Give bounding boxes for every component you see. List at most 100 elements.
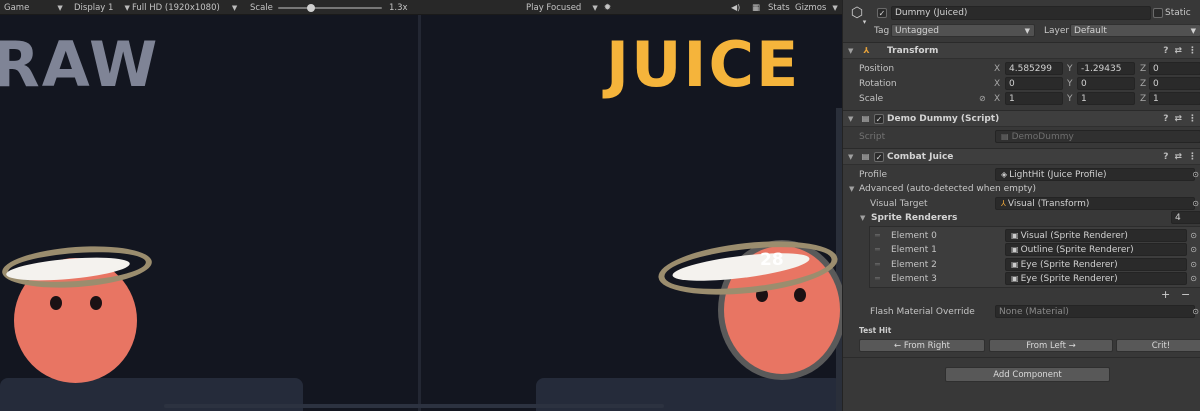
- drag-handle-icon[interactable]: ═: [875, 260, 880, 269]
- visual-target-row: Visual Target ⅄ Visual (Transform) ⊙: [843, 196, 1200, 211]
- sprite-renderer-icon: ▣: [1011, 231, 1019, 240]
- sprite-renderers-size-field[interactable]: 4: [1171, 211, 1200, 224]
- horizontal-scrollbar[interactable]: [164, 404, 664, 408]
- object-picker-icon[interactable]: ⊙: [1190, 274, 1197, 283]
- play-mode-dropdown[interactable]: Play Focused ▼ ✹: [526, 0, 611, 15]
- grid-layout-icon[interactable]: ▦: [752, 0, 760, 15]
- gizmos-dropdown[interactable]: Gizmos ▼: [795, 0, 838, 15]
- bug-icon[interactable]: ✹: [604, 3, 612, 13]
- chevron-down-icon: ▼: [1190, 26, 1196, 35]
- help-icon[interactable]: ?: [1163, 114, 1168, 124]
- more-icon[interactable]: ⋮: [1188, 114, 1197, 124]
- crit-button[interactable]: Crit!: [1116, 339, 1200, 352]
- drag-handle-icon[interactable]: ═: [875, 245, 880, 254]
- divider: [843, 357, 1200, 358]
- scale-x-field[interactable]: 1: [1005, 92, 1063, 105]
- dummy-eye: [50, 296, 62, 310]
- audio-mute-icon[interactable]: ◀): [731, 0, 740, 15]
- object-picker-icon[interactable]: ⊙: [1190, 231, 1197, 240]
- script-label: Script: [859, 131, 886, 142]
- list-item: ═ Element 0 ▣ Visual (Sprite Renderer) ⊙: [843, 228, 1200, 243]
- raw-title: RAW: [0, 28, 160, 101]
- demo-dummy-enabled-checkbox[interactable]: ✓: [874, 114, 884, 124]
- advanced-foldout[interactable]: ▼ Advanced (auto-detected when empty): [843, 181, 1200, 196]
- static-checkbox[interactable]: [1153, 8, 1163, 18]
- axis-z-label: Z: [1140, 78, 1147, 89]
- element-label: Element 2: [891, 259, 937, 270]
- scale-y-field[interactable]: 1: [1077, 92, 1135, 105]
- preset-icon[interactable]: ⇄: [1174, 114, 1182, 124]
- resolution-dropdown[interactable]: Full HD (1920x1080) ▼: [132, 0, 237, 15]
- object-picker-icon[interactable]: ⊙: [1192, 170, 1199, 179]
- chevron-down-icon: ▼: [592, 3, 598, 12]
- rotation-z-field[interactable]: 0: [1149, 77, 1200, 90]
- add-element-button[interactable]: +: [1161, 288, 1170, 301]
- demo-dummy-header[interactable]: ▼ ▤ ✓ Demo Dummy (Script) ? ⇄ ⋮: [843, 110, 1200, 127]
- position-y-field[interactable]: -1.29435: [1077, 62, 1135, 75]
- more-icon[interactable]: ⋮: [1188, 46, 1197, 56]
- object-name-field[interactable]: Dummy (Juiced): [891, 6, 1151, 20]
- chevron-down-icon: ▼: [231, 3, 238, 12]
- script-row: Script ▤ DemoDummy: [843, 129, 1200, 144]
- rotation-y-field[interactable]: 0: [1077, 77, 1135, 90]
- tag-value: Untagged: [895, 25, 940, 36]
- active-checkbox[interactable]: ✓: [877, 8, 887, 18]
- rotation-x-field[interactable]: 0: [1005, 77, 1063, 90]
- game-mode-dropdown[interactable]: Game ▼: [4, 0, 63, 15]
- element-value: Outline (Sprite Renderer): [1020, 244, 1134, 255]
- object-picker-icon[interactable]: ⊙: [1190, 260, 1197, 269]
- scale-slider-track[interactable]: [278, 7, 382, 9]
- display-dropdown[interactable]: Display 1 ▼: [74, 0, 130, 15]
- combat-juice-header[interactable]: ▼ ▤ ✓ Combat Juice ? ⇄ ⋮: [843, 148, 1200, 165]
- object-picker-icon[interactable]: ⊙: [1190, 245, 1197, 254]
- element-field[interactable]: ▣ Visual (Sprite Renderer): [1005, 229, 1187, 242]
- visual-target-value: Visual (Transform): [1007, 198, 1090, 209]
- help-icon[interactable]: ?: [1163, 152, 1168, 162]
- link-icon[interactable]: ⊘: [979, 94, 986, 103]
- list-item: ═ Element 3 ▣ Eye (Sprite Renderer) ⊙: [843, 271, 1200, 286]
- transform-header[interactable]: ▼ ⅄ Transform ? ⇄ ⋮: [843, 42, 1200, 59]
- script-value: DemoDummy: [1011, 131, 1074, 142]
- position-z-field[interactable]: 0: [1149, 62, 1200, 75]
- add-component-button[interactable]: Add Component: [945, 367, 1110, 382]
- object-picker-icon[interactable]: ⊙: [1192, 307, 1199, 316]
- preset-icon[interactable]: ⇄: [1174, 46, 1182, 56]
- foldout-arrow-icon[interactable]: ▼: [848, 115, 853, 123]
- layer-dropdown[interactable]: Default ▼: [1070, 24, 1200, 37]
- position-x-field[interactable]: 4.585299: [1005, 62, 1063, 75]
- foldout-arrow-icon[interactable]: ▼: [849, 185, 854, 193]
- flash-material-field[interactable]: None (Material): [995, 305, 1195, 318]
- combat-juice-enabled-checkbox[interactable]: ✓: [874, 152, 884, 162]
- help-icon[interactable]: ?: [1163, 46, 1168, 56]
- split-divider: [418, 15, 421, 411]
- remove-element-button[interactable]: −: [1181, 288, 1190, 301]
- foldout-arrow-icon[interactable]: ▼: [848, 153, 853, 161]
- sprite-renderers-foldout[interactable]: ▼ Sprite Renderers 4: [843, 210, 1200, 225]
- foldout-arrow-icon[interactable]: ▼: [860, 214, 865, 222]
- profile-value: LightHit (Juice Profile): [1009, 169, 1107, 180]
- profile-field[interactable]: ◈ LightHit (Juice Profile): [995, 168, 1195, 181]
- object-picker-icon[interactable]: ⊙: [1192, 199, 1199, 208]
- preset-icon[interactable]: ⇄: [1174, 152, 1182, 162]
- stats-button[interactable]: Stats: [768, 0, 790, 15]
- drag-handle-icon[interactable]: ═: [875, 274, 880, 283]
- scale-z-field[interactable]: 1: [1149, 92, 1200, 105]
- tag-dropdown[interactable]: Untagged ▼: [891, 24, 1035, 37]
- rotation-label: Rotation: [859, 78, 897, 89]
- scale-slider-handle[interactable]: [307, 4, 315, 12]
- from-left-button[interactable]: From Left →: [989, 339, 1113, 352]
- foldout-arrow-icon[interactable]: ▼: [848, 47, 853, 55]
- from-right-button[interactable]: ← From Right: [859, 339, 985, 352]
- element-field[interactable]: ▣ Eye (Sprite Renderer): [1005, 258, 1187, 271]
- element-field[interactable]: ▣ Outline (Sprite Renderer): [1005, 243, 1187, 256]
- visual-target-field[interactable]: ⅄ Visual (Transform): [995, 197, 1195, 210]
- axis-x-label: X: [994, 78, 1001, 89]
- more-icon[interactable]: ⋮: [1188, 152, 1197, 162]
- drag-handle-icon[interactable]: ═: [875, 231, 880, 240]
- axis-z-label: Z: [1140, 93, 1147, 104]
- element-field[interactable]: ▣ Eye (Sprite Renderer): [1005, 272, 1187, 285]
- chevron-down-icon: ▼: [57, 3, 63, 12]
- gizmos-label: Gizmos: [795, 2, 827, 13]
- sprite-renderer-icon: ▣: [1011, 274, 1019, 283]
- component-header-icons: ? ⇄ ⋮: [1163, 114, 1197, 124]
